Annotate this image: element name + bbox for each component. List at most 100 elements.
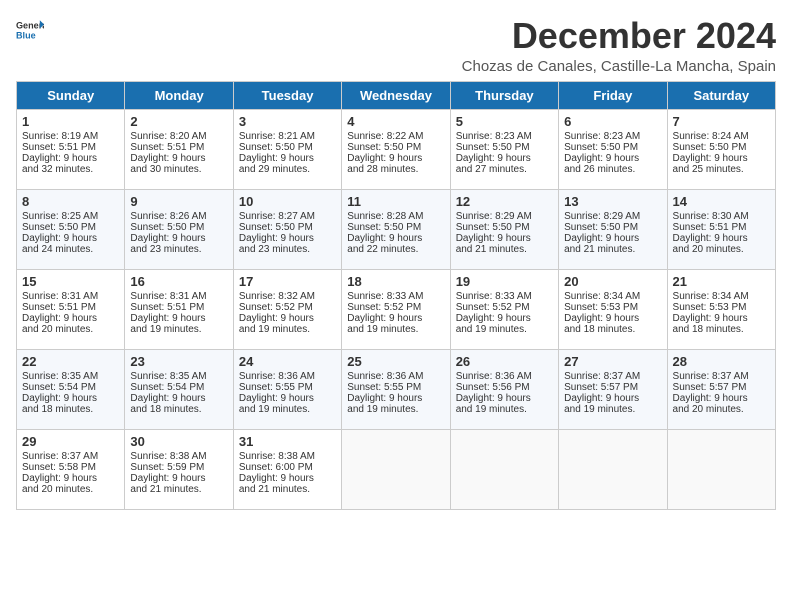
day-detail: and 18 minutes. [673,324,770,335]
weekday-header-thursday: Thursday [450,81,558,109]
day-number: 29 [22,434,119,449]
day-detail: Sunrise: 8:33 AM [456,291,553,302]
calendar-cell: 27Sunrise: 8:37 AMSunset: 5:57 PMDayligh… [559,349,667,429]
day-detail: Sunset: 5:51 PM [22,302,119,313]
calendar-cell: 9Sunrise: 8:26 AMSunset: 5:50 PMDaylight… [125,189,233,269]
day-detail: Daylight: 9 hours [22,313,119,324]
week-row-2: 8Sunrise: 8:25 AMSunset: 5:50 PMDaylight… [17,189,776,269]
day-detail: Sunset: 5:58 PM [22,462,119,473]
calendar-cell: 7Sunrise: 8:24 AMSunset: 5:50 PMDaylight… [667,109,775,189]
day-number: 14 [673,194,770,209]
day-detail: Daylight: 9 hours [673,153,770,164]
day-detail: Daylight: 9 hours [347,153,444,164]
day-detail: Sunset: 5:50 PM [130,222,227,233]
day-detail: Sunset: 5:50 PM [456,222,553,233]
day-detail: and 22 minutes. [347,244,444,255]
calendar-cell [450,429,558,509]
day-detail: Sunrise: 8:28 AM [347,211,444,222]
day-detail: Daylight: 9 hours [130,233,227,244]
day-detail: Sunset: 5:53 PM [564,302,661,313]
day-detail: and 19 minutes. [239,324,336,335]
day-number: 26 [456,354,553,369]
day-detail: Sunrise: 8:33 AM [347,291,444,302]
calendar-cell: 23Sunrise: 8:35 AMSunset: 5:54 PMDayligh… [125,349,233,429]
calendar-cell: 14Sunrise: 8:30 AMSunset: 5:51 PMDayligh… [667,189,775,269]
title-block: December 2024 Chozas de Canales, Castill… [462,16,776,75]
day-number: 30 [130,434,227,449]
day-detail: and 18 minutes. [22,404,119,415]
day-detail: Sunrise: 8:34 AM [564,291,661,302]
day-detail: Sunrise: 8:27 AM [239,211,336,222]
calendar-cell [559,429,667,509]
day-detail: Sunrise: 8:37 AM [564,371,661,382]
day-detail: and 19 minutes. [564,404,661,415]
day-detail: and 19 minutes. [347,404,444,415]
day-number: 15 [22,274,119,289]
day-detail: Sunrise: 8:29 AM [564,211,661,222]
calendar-cell: 4Sunrise: 8:22 AMSunset: 5:50 PMDaylight… [342,109,450,189]
day-number: 2 [130,114,227,129]
day-number: 7 [673,114,770,129]
day-detail: Sunset: 5:50 PM [673,142,770,153]
day-detail: Sunset: 5:51 PM [130,302,227,313]
calendar-title: December 2024 [462,16,776,56]
day-detail: Sunset: 5:50 PM [347,222,444,233]
day-detail: Daylight: 9 hours [22,153,119,164]
week-row-1: 1Sunrise: 8:19 AMSunset: 5:51 PMDaylight… [17,109,776,189]
week-row-4: 22Sunrise: 8:35 AMSunset: 5:54 PMDayligh… [17,349,776,429]
day-number: 8 [22,194,119,209]
calendar-subtitle: Chozas de Canales, Castille-La Mancha, S… [462,58,776,75]
day-detail: Sunset: 5:50 PM [456,142,553,153]
calendar-cell: 2Sunrise: 8:20 AMSunset: 5:51 PMDaylight… [125,109,233,189]
day-detail: Daylight: 9 hours [347,233,444,244]
calendar-cell: 3Sunrise: 8:21 AMSunset: 5:50 PMDaylight… [233,109,341,189]
day-number: 11 [347,194,444,209]
day-number: 20 [564,274,661,289]
calendar-cell: 29 Sunrise: 8:37 AMSunset: 5:58 PMDayligh… [17,429,125,509]
calendar-cell: 5Sunrise: 8:23 AMSunset: 5:50 PMDaylight… [450,109,558,189]
day-detail: Daylight: 9 hours [130,153,227,164]
day-detail: Daylight: 9 hours [564,233,661,244]
calendar-cell: 30Sunrise: 8:38 AMSunset: 5:59 PMDayligh… [125,429,233,509]
day-detail: Daylight: 9 hours [564,313,661,324]
calendar-table: SundayMondayTuesdayWednesdayThursdayFrid… [16,81,776,510]
calendar-cell: 28Sunrise: 8:37 AMSunset: 5:57 PMDayligh… [667,349,775,429]
day-detail: Sunset: 5:55 PM [347,382,444,393]
calendar-cell: 21Sunrise: 8:34 AMSunset: 5:53 PMDayligh… [667,269,775,349]
day-detail: and 19 minutes. [456,404,553,415]
day-detail: Sunrise: 8:36 AM [347,371,444,382]
weekday-header-friday: Friday [559,81,667,109]
logo: General Blue [16,16,44,44]
day-detail: Daylight: 9 hours [130,393,227,404]
day-detail: Sunset: 5:56 PM [456,382,553,393]
calendar-cell: 20 Sunrise: 8:34 AMSunset: 5:53 PMDayligh… [559,269,667,349]
day-detail: Daylight: 9 hours [239,473,336,484]
week-row-5: 29Sunrise: 8:37 AMSunset: 5:58 PMDayligh… [17,429,776,509]
day-detail: Daylight: 9 hours [239,393,336,404]
day-detail: Sunset: 5:52 PM [347,302,444,313]
day-detail: and 21 minutes. [130,484,227,495]
day-detail: Daylight: 9 hours [456,393,553,404]
day-detail: Sunrise: 8:29 AM [456,211,553,222]
day-detail: and 19 minutes. [347,324,444,335]
day-detail: Sunrise: 8:31 AM [22,291,119,302]
day-detail: Sunrise: 8:37 AM [22,451,119,462]
weekday-header-tuesday: Tuesday [233,81,341,109]
day-detail: Daylight: 9 hours [673,313,770,324]
day-detail: Daylight: 9 hours [239,153,336,164]
day-detail: Daylight: 9 hours [22,473,119,484]
day-detail: Daylight: 9 hours [456,233,553,244]
calendar-cell: 24Sunrise: 8:36 AMSunset: 5:55 PMDayligh… [233,349,341,429]
day-detail: Sunset: 5:50 PM [22,222,119,233]
day-detail: and 20 minutes. [22,484,119,495]
calendar-cell: 18Sunrise: 8:33 AMSunset: 5:52 PMDayligh… [342,269,450,349]
calendar-cell: 17Sunrise: 8:32 AMSunset: 5:52 PMDayligh… [233,269,341,349]
day-detail: Sunrise: 8:36 AM [456,371,553,382]
day-detail: Sunset: 5:52 PM [456,302,553,313]
day-detail: and 29 minutes. [239,164,336,175]
day-detail: and 32 minutes. [22,164,119,175]
day-detail: Sunset: 5:54 PM [22,382,119,393]
day-detail: Sunset: 5:52 PM [239,302,336,313]
day-detail: and 19 minutes. [130,324,227,335]
day-detail: Sunrise: 8:30 AM [673,211,770,222]
